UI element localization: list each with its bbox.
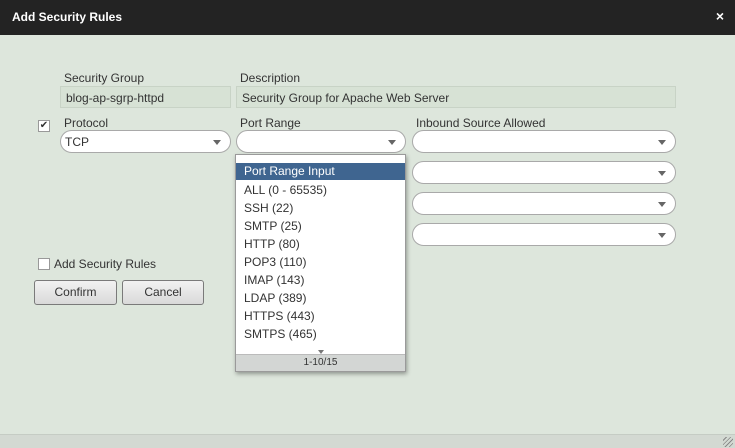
port-range-dropdown: Port Range Input ALL (0 - 65535) SSH (22… [235,154,406,372]
confirm-button[interactable]: Confirm [34,280,117,305]
cancel-button[interactable]: Cancel [122,280,204,305]
dropdown-option[interactable]: ALL (0 - 65535) [236,181,405,199]
security-group-value: blog-ap-sgrp-httpd [66,91,165,105]
chevron-down-icon [213,140,221,145]
chevron-down-icon [658,202,666,207]
security-group-field: blog-ap-sgrp-httpd [60,86,231,108]
chevron-down-icon [388,140,396,145]
chevron-down-icon [658,233,666,238]
dropdown-option[interactable]: Port Range Input [236,163,405,180]
inbound-source-select-2[interactable] [412,161,676,184]
chevron-down-icon [658,171,666,176]
dialog-title: Add Security Rules [12,10,123,24]
description-value: Security Group for Apache Web Server [242,91,450,105]
dropdown-option[interactable]: HTTPS (443) [236,307,405,325]
security-group-label: Security Group [64,71,145,85]
inbound-source-select-3[interactable] [412,192,676,215]
dropdown-option[interactable]: SMTPS (465) [236,325,405,343]
add-security-rules-label: Add Security Rules [54,257,157,271]
inbound-source-select-4[interactable] [412,223,676,246]
dropdown-pager: 1-10/15 [236,354,405,371]
description-field: Security Group for Apache Web Server [236,86,676,108]
dropdown-option[interactable]: SMTP (25) [236,217,405,235]
chevron-down-icon [658,140,666,145]
inbound-source-select-1[interactable] [412,130,676,153]
dropdown-option[interactable]: SSH (22) [236,199,405,217]
description-label: Description [240,71,301,85]
status-bar [0,434,735,448]
dialog-titlebar: Add Security Rules × [0,0,735,35]
protocol-select[interactable]: TCP [60,130,231,153]
dropdown-option[interactable]: POP3 (110) [236,253,405,271]
port-range-label: Port Range [240,116,301,130]
dropdown-option[interactable]: LDAP (389) [236,289,405,307]
protocol-checkbox[interactable]: ✔ [38,120,50,132]
dropdown-option[interactable]: HTTP (80) [236,235,405,253]
dropdown-option[interactable]: IMAP (143) [236,271,405,289]
port-range-select[interactable] [236,130,406,153]
protocol-label: Protocol [64,116,109,130]
resize-grip-icon[interactable] [723,437,733,447]
inbound-source-label: Inbound Source Allowed [416,116,546,130]
add-security-rules-checkbox[interactable] [38,258,50,270]
protocol-value: TCP [65,135,89,149]
close-icon[interactable]: × [716,8,724,24]
